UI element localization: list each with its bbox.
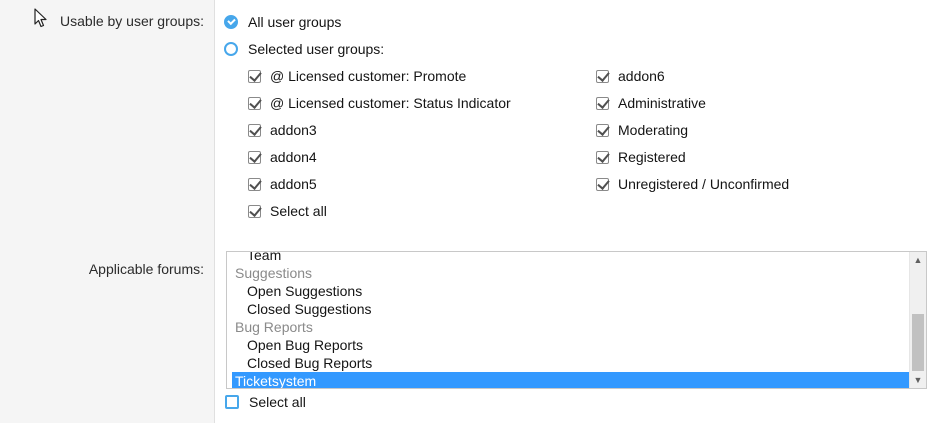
checkbox-group-administrative[interactable]: Administrative bbox=[596, 93, 706, 113]
scrollbar-thumb[interactable] bbox=[912, 314, 924, 371]
forum-option-team[interactable]: Team bbox=[227, 252, 911, 264]
checkbox-group-registered[interactable]: Registered bbox=[596, 147, 686, 167]
forum-option-closed-suggestions[interactable]: Closed Suggestions bbox=[227, 300, 911, 318]
checkbox-label: @ Licensed customer: Status Indicator bbox=[270, 95, 511, 111]
checkbox-label: Select all bbox=[270, 203, 327, 219]
checkbox-checked-icon[interactable] bbox=[596, 123, 609, 137]
checkbox-checked-icon[interactable] bbox=[596, 69, 609, 83]
checkbox-checked-icon[interactable] bbox=[248, 69, 261, 83]
checkbox-group-addon4[interactable]: addon4 bbox=[248, 147, 317, 167]
forum-option-open-suggestions[interactable]: Open Suggestions bbox=[227, 282, 911, 300]
forum-option-ticketsystem-selected[interactable]: Ticketsystem bbox=[232, 372, 911, 388]
checkbox-label: Unregistered / Unconfirmed bbox=[618, 176, 790, 192]
checkbox-group-status-indicator[interactable]: @ Licensed customer: Status Indicator bbox=[248, 93, 511, 113]
radio-unchecked-icon[interactable] bbox=[224, 42, 238, 56]
radio-selected-user-groups[interactable]: Selected user groups: bbox=[224, 39, 384, 59]
checkbox-select-all-groups[interactable]: Select all bbox=[248, 201, 327, 221]
radio-all-label: All user groups bbox=[248, 14, 342, 30]
radio-all-user-groups[interactable]: All user groups bbox=[224, 12, 341, 32]
checkbox-group-promote[interactable]: @ Licensed customer: Promote bbox=[248, 66, 466, 86]
checkbox-group-unregistered[interactable]: Unregistered / Unconfirmed bbox=[596, 174, 789, 194]
checkbox-checked-icon[interactable] bbox=[248, 96, 261, 110]
checkbox-label: Administrative bbox=[618, 95, 706, 111]
checkbox-group-addon3[interactable]: addon3 bbox=[248, 120, 317, 140]
scroll-up-arrow-icon[interactable]: ▲ bbox=[910, 252, 926, 268]
forums-list: Team Suggestions Open Suggestions Closed… bbox=[227, 252, 911, 388]
checkbox-group-addon5[interactable]: addon5 bbox=[248, 174, 317, 194]
radio-selected-label: Selected user groups: bbox=[248, 41, 385, 57]
checkbox-label: addon5 bbox=[270, 176, 317, 192]
forums-listbox[interactable]: Team Suggestions Open Suggestions Closed… bbox=[226, 251, 927, 389]
checkbox-label: @ Licensed customer: Promote bbox=[270, 68, 467, 84]
listbox-scrollbar[interactable]: ▲ ▼ bbox=[909, 252, 926, 388]
checkbox-group-moderating[interactable]: Moderating bbox=[596, 120, 688, 140]
checkbox-checked-icon[interactable] bbox=[248, 123, 261, 137]
checkbox-group-addon6[interactable]: addon6 bbox=[596, 66, 665, 86]
forum-option-open-bug-reports[interactable]: Open Bug Reports bbox=[227, 336, 911, 354]
forum-option-closed-bug-reports[interactable]: Closed Bug Reports bbox=[227, 354, 911, 372]
checkbox-checked-icon[interactable] bbox=[596, 177, 609, 191]
checkbox-checked-icon[interactable] bbox=[248, 150, 261, 164]
checkbox-label: addon3 bbox=[270, 122, 317, 138]
checkbox-label: addon4 bbox=[270, 149, 317, 165]
applicable-forums-label: Applicable forums: bbox=[88, 261, 204, 277]
checkbox-label: Moderating bbox=[618, 122, 689, 138]
mouse-pointer-icon bbox=[34, 8, 47, 28]
checkbox-unchecked-icon[interactable] bbox=[225, 395, 239, 409]
scroll-down-arrow-icon[interactable]: ▼ bbox=[910, 372, 926, 388]
checkbox-label: Select all bbox=[249, 394, 306, 410]
forum-category-bug-reports[interactable]: Bug Reports bbox=[227, 318, 911, 336]
checkbox-select-all-forums[interactable]: Select all bbox=[225, 392, 306, 412]
checkbox-checked-icon[interactable] bbox=[596, 96, 609, 110]
label-column bbox=[0, 0, 215, 423]
checkbox-checked-icon[interactable] bbox=[596, 150, 609, 164]
checkbox-checked-icon[interactable] bbox=[248, 177, 261, 191]
forum-category-suggestions[interactable]: Suggestions bbox=[227, 264, 911, 282]
checkbox-checked-icon[interactable] bbox=[248, 204, 261, 218]
usable-by-user-groups-label: Usable by user groups: bbox=[60, 13, 204, 29]
radio-checked-icon[interactable] bbox=[224, 15, 238, 29]
checkbox-label: addon6 bbox=[618, 68, 665, 84]
checkbox-label: Registered bbox=[618, 149, 686, 165]
